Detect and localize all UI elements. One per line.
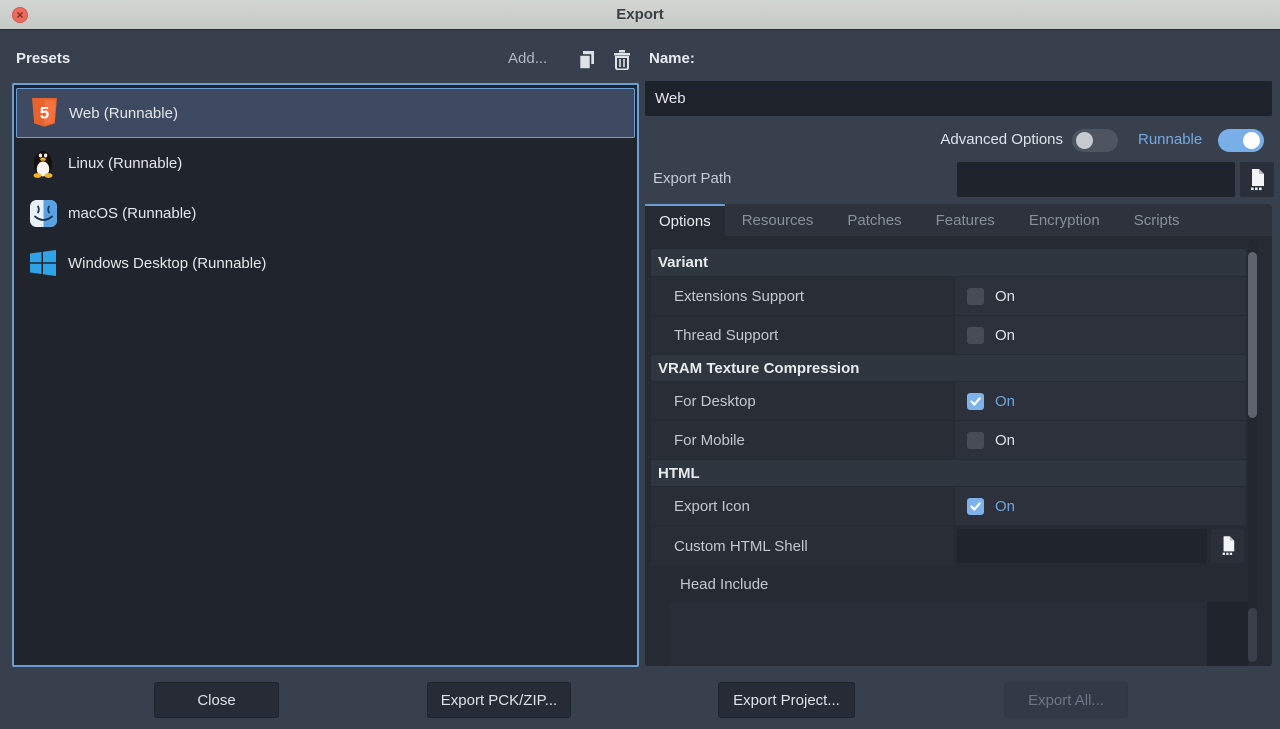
property-custom-html-shell: Custom HTML Shell (651, 526, 1246, 566)
checkbox-unchecked-icon[interactable] (967, 288, 984, 305)
custom-html-shell-browse-button[interactable] (1211, 529, 1244, 563)
preset-name-input[interactable]: Web (645, 81, 1272, 116)
section-label: HTML (651, 465, 700, 482)
checkbox-value-label: On (995, 327, 1015, 344)
export-path-input[interactable] (957, 162, 1235, 197)
export-dialog: × Export Presets Add... Name: (0, 0, 1280, 729)
presets-heading: Presets (16, 50, 70, 67)
add-preset-button[interactable]: Add... (508, 50, 547, 67)
file-icon (1248, 169, 1266, 191)
advanced-options-label: Advanced Options (890, 131, 1063, 148)
preset-item-web[interactable]: 5 Web (Runnable) (16, 88, 635, 138)
property-extensions-support: Extensions Support On (651, 277, 1246, 315)
trash-icon (613, 50, 631, 70)
html5-icon: 5 (30, 98, 58, 128)
export-pck-zip-button[interactable]: Export PCK/ZIP... (427, 682, 571, 718)
property-head-include: Head Include (651, 567, 1246, 601)
close-button[interactable]: Close (154, 682, 279, 718)
runnable-toggle[interactable] (1218, 129, 1264, 152)
property-label: Custom HTML Shell (651, 538, 808, 555)
section-variant: Variant (651, 249, 1246, 276)
export-all-button[interactable]: Export All... (1004, 682, 1128, 718)
title-bar: × Export (0, 0, 1280, 30)
preset-label: Windows Desktop (Runnable) (68, 255, 266, 272)
duplicate-preset-button[interactable] (575, 49, 597, 71)
checkbox-value-label: On (995, 498, 1015, 515)
svg-text:5: 5 (39, 104, 48, 123)
close-window-icon[interactable]: × (12, 7, 28, 23)
property-for-desktop: For Desktop On (651, 382, 1246, 420)
preset-label: Linux (Runnable) (68, 155, 182, 172)
preset-label: macOS (Runnable) (68, 205, 196, 222)
advanced-options-toggle[interactable] (1072, 129, 1118, 152)
tab-features[interactable]: Features (919, 204, 1012, 236)
tab-options[interactable]: Options (645, 204, 725, 236)
macos-finder-icon (29, 198, 57, 228)
toggle-knob (1076, 132, 1093, 149)
tab-resources[interactable]: Resources (725, 204, 831, 236)
checkbox-value-label: On (995, 432, 1015, 449)
export-path-browse-button[interactable] (1240, 162, 1274, 197)
checkbox-checked-icon[interactable] (967, 393, 984, 410)
preset-label: Web (Runnable) (69, 105, 178, 122)
delete-preset-button[interactable] (611, 49, 633, 71)
property-label: Extensions Support (651, 288, 804, 305)
checkbox-unchecked-icon[interactable] (967, 432, 984, 449)
window-title: Export (616, 6, 664, 23)
preset-item-linux[interactable]: Linux (Runnable) (16, 138, 635, 188)
property-label: For Mobile (651, 432, 745, 449)
runnable-label: Runnable (1138, 131, 1202, 148)
export-tabs: Options Resources Patches Features Encry… (645, 204, 1272, 236)
options-inspector: Variant Extensions Support On Thread Sup… (645, 236, 1272, 666)
tab-patches[interactable]: Patches (830, 204, 918, 236)
checkbox-value-label: On (995, 288, 1015, 305)
property-thread-support: Thread Support On (651, 316, 1246, 354)
inspector-scrollbar-thumb[interactable] (1248, 252, 1257, 418)
property-label: Thread Support (651, 327, 778, 344)
export-path-label: Export Path (653, 170, 731, 187)
section-vram-texture-compression: VRAM Texture Compression (651, 355, 1246, 381)
section-label: Variant (651, 254, 708, 271)
preset-item-macos[interactable]: macOS (Runnable) (16, 188, 635, 238)
tab-scripts[interactable]: Scripts (1117, 204, 1197, 236)
preset-list: 5 Web (Runnable) Linux (Runnable) (12, 83, 639, 667)
preset-item-windows[interactable]: Windows Desktop (Runnable) (16, 238, 635, 288)
head-include-textarea[interactable] (670, 602, 1207, 666)
toggle-knob (1243, 132, 1260, 149)
textarea-scrollbar-thumb[interactable] (1248, 608, 1257, 662)
checkbox-checked-icon[interactable] (967, 498, 984, 515)
tab-encryption[interactable]: Encryption (1012, 204, 1117, 236)
checkbox-value-label: On (995, 393, 1015, 410)
property-label: Export Icon (651, 498, 750, 515)
duplicate-icon (577, 50, 596, 70)
section-html: HTML (651, 460, 1246, 486)
export-project-button[interactable]: Export Project... (718, 682, 855, 718)
property-label: For Desktop (651, 393, 756, 410)
checkbox-unchecked-icon[interactable] (967, 327, 984, 344)
property-export-icon: Export Icon On (651, 487, 1246, 525)
file-icon (1220, 536, 1236, 556)
linux-tux-icon (29, 148, 57, 178)
section-label: VRAM Texture Compression (651, 360, 859, 377)
head-include-scroll-track (1207, 602, 1248, 666)
property-label: Head Include (680, 576, 768, 593)
custom-html-shell-input[interactable] (957, 529, 1207, 563)
windows-logo-icon (29, 248, 57, 278)
name-heading: Name: (649, 50, 695, 67)
property-for-mobile: For Mobile On (651, 421, 1246, 459)
